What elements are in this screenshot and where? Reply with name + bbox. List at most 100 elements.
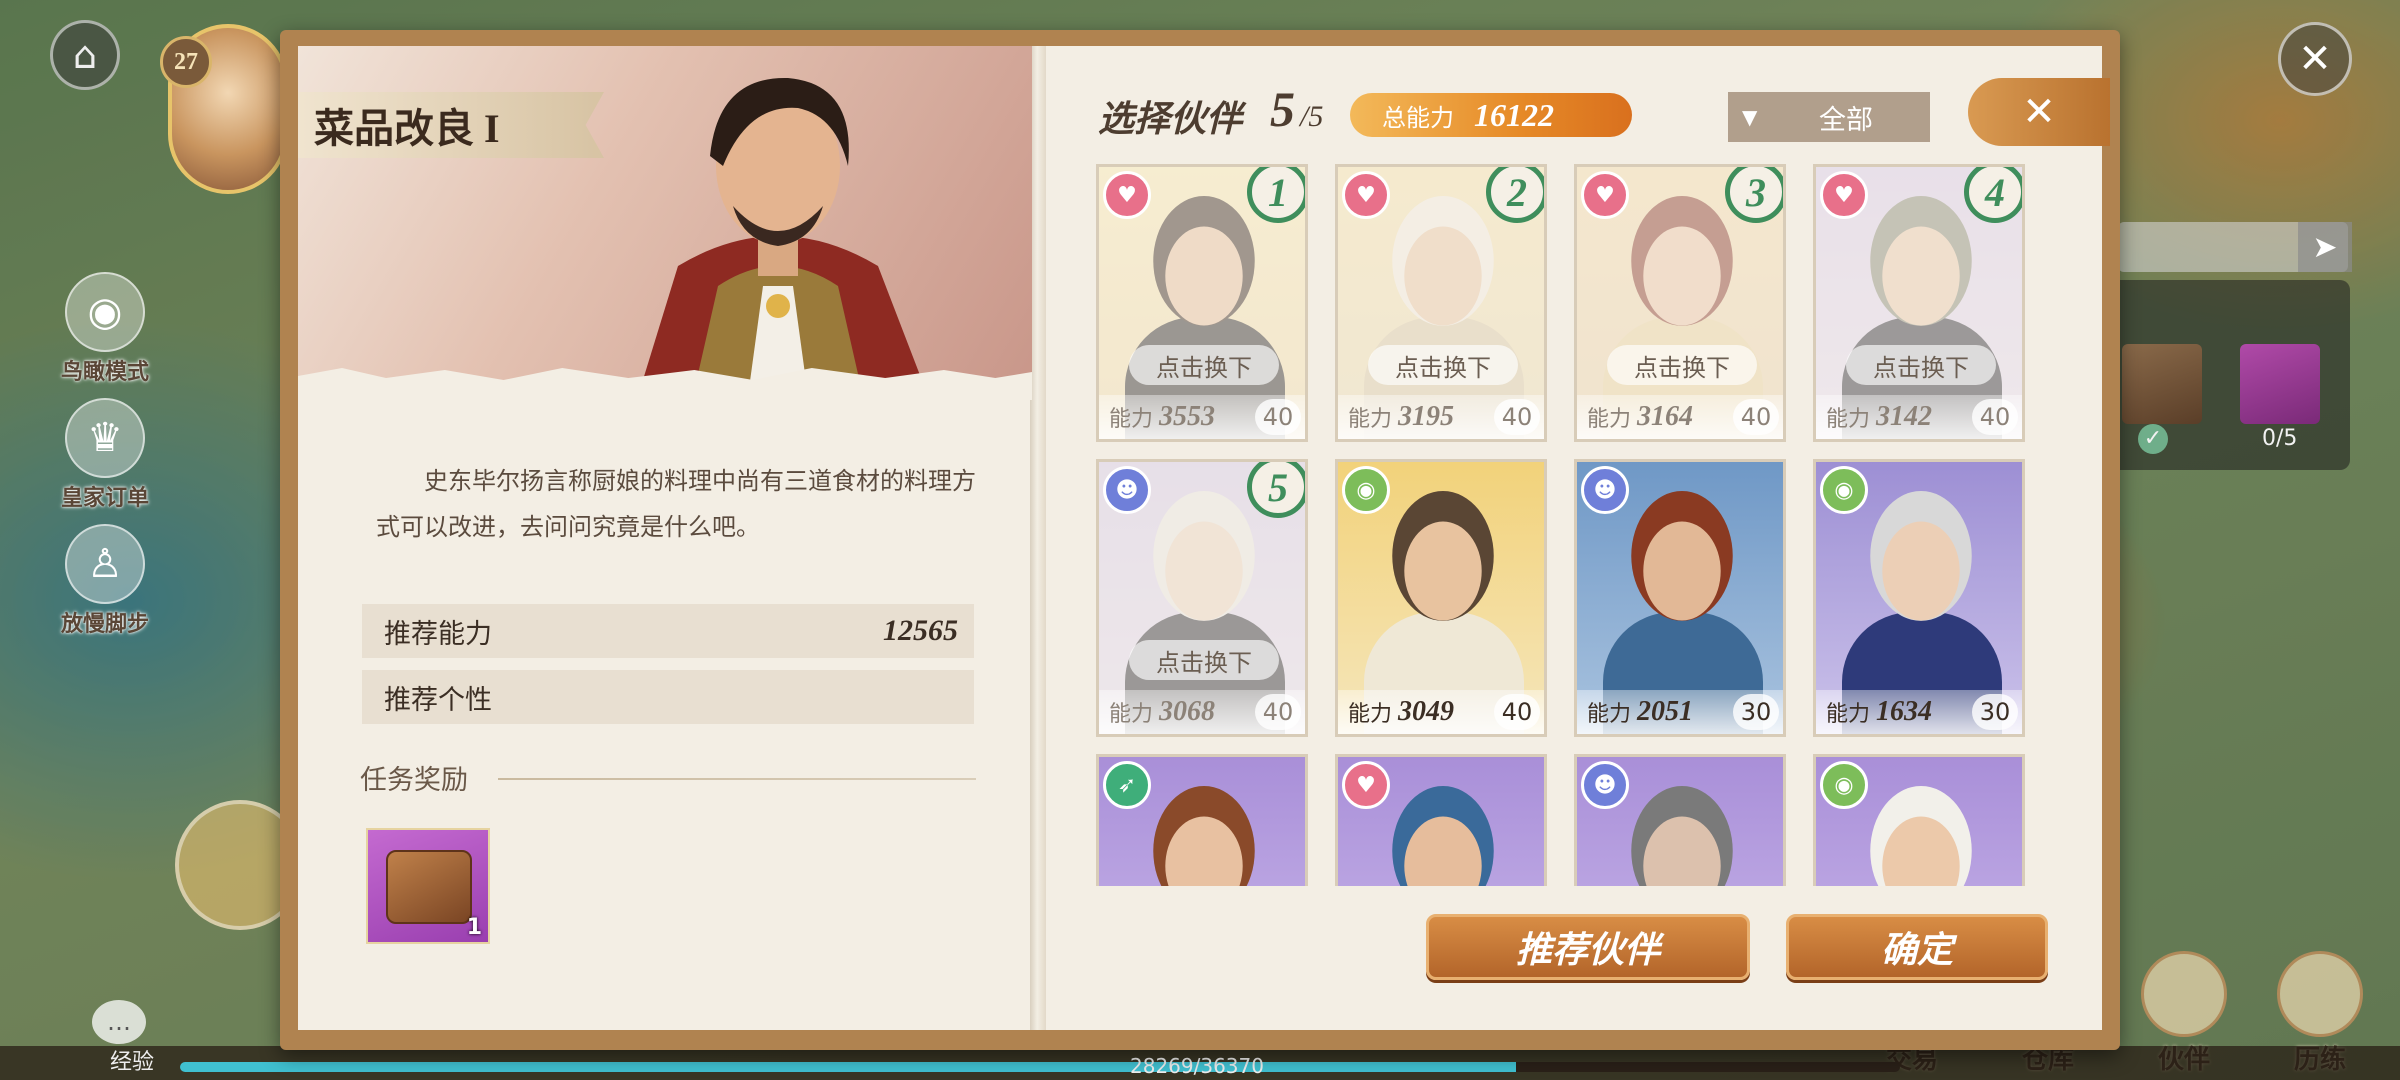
chat-button[interactable]: … (92, 1000, 146, 1044)
power-label: 能力 (1109, 702, 1154, 727)
partner-card[interactable]: 点击换下 ♥ 2 能力 3195 40 (1335, 164, 1547, 442)
close-book-button[interactable]: ✕ (1968, 78, 2110, 146)
selection-order-badge: 3 (1725, 167, 1783, 223)
partner-level: 40 (1733, 399, 1779, 435)
partner-stats: 能力 3553 40 (1099, 395, 1305, 439)
ghost-icon: ☻ (1581, 466, 1629, 514)
power-label: 能力 (1587, 407, 1632, 432)
partner-card[interactable]: 点击换下 ♥ 3 能力 3164 40 (1574, 164, 1786, 442)
recommended-power-value: 12565 (883, 614, 958, 647)
selected-count: 5 (1270, 81, 1295, 137)
home-button[interactable]: ⌂ (50, 20, 120, 90)
recommend-partners-button[interactable]: 推荐伙伴 (1426, 914, 1750, 980)
swap-out-button[interactable]: 点击换下 (1129, 345, 1279, 385)
scroll-icon (2277, 951, 2363, 1037)
arrow-right-icon: ➤ (2312, 229, 2338, 265)
partner-level: 40 (1494, 399, 1540, 435)
partner-stats: 能力 3142 40 (1816, 395, 2022, 439)
partner-stats: 能力 3068 40 (1099, 690, 1305, 734)
partner-card[interactable]: 点击换下 ☻ 5 能力 3068 40 (1096, 459, 1308, 737)
partner-stats: 能力 2051 30 (1577, 690, 1783, 734)
wine-item-count: 0/5 (2262, 426, 2298, 451)
leather-bag-icon (386, 850, 472, 924)
power-label: 能力 (1348, 407, 1393, 432)
power-value: 3553 (1159, 401, 1216, 432)
partner-level: 40 (1255, 694, 1301, 730)
power-label: 能力 (1587, 702, 1632, 727)
royal-order-label: 皇家订单 (60, 486, 149, 511)
partner-select-title: 选择伙伴 (1098, 99, 1243, 139)
partner-stats: 能力 3164 40 (1577, 395, 1783, 439)
check-icon: ✓ (2138, 424, 2168, 454)
recommended-trait-label: 推荐个性 (384, 684, 492, 716)
reward-title: 任务奖励 (360, 765, 468, 796)
partner-card-grid[interactable]: 点击换下 ♥ 1 能力 3553 40 点击换下 ♥ 2 能力 3195 40 点击换下 ♥ 3 能力 3164… (1096, 164, 2026, 886)
reward-item[interactable]: 1 (366, 828, 490, 944)
reward-quantity: 1 (466, 915, 482, 940)
heart-icon: ♥ (1581, 171, 1629, 219)
power-label: 能力 (1826, 702, 1871, 727)
partner-stats: 能力 3049 40 (1338, 690, 1544, 734)
swap-out-button[interactable]: 点击换下 (1129, 640, 1279, 680)
walk-icon: ♙ (65, 524, 145, 604)
confirm-button[interactable]: 确定 (1786, 914, 2048, 980)
partner-level: 40 (1972, 399, 2018, 435)
partner-stats: 能力 3195 40 (1338, 395, 1544, 439)
partner-card[interactable]: 点击换下 ♥ 4 能力 3142 40 (1813, 164, 2025, 442)
exp-value: 28269/36370 (1130, 1054, 1264, 1078)
partner-card[interactable]: ☻ (1574, 754, 1786, 886)
partner-card[interactable]: ➶ (1096, 754, 1308, 886)
map-menu-button[interactable]: ✕ (2278, 22, 2352, 96)
swap-out-button[interactable]: 点击换下 (1846, 345, 1996, 385)
power-value: 1634 (1876, 696, 1933, 727)
reward-divider (498, 778, 976, 780)
partner-card[interactable]: ◉ (1813, 754, 2025, 886)
partner-level: 30 (1972, 694, 2018, 730)
chat-icon: … (107, 1008, 131, 1036)
swap-out-button[interactable]: 点击换下 (1607, 345, 1757, 385)
partner-level: 30 (1733, 694, 1779, 730)
recommended-trait-row: 推荐个性 (362, 670, 974, 724)
partner-card[interactable]: 点击换下 ♥ 1 能力 3553 40 (1096, 164, 1308, 442)
power-value: 3049 (1398, 696, 1455, 727)
close-pinwheel-icon: ✕ (2022, 89, 2056, 135)
birdseye-mode-label: 鸟瞰模式 (60, 360, 149, 385)
power-label: 能力 (1826, 407, 1871, 432)
slow-walk-button[interactable]: ♙ 放慢脚步 (50, 524, 160, 638)
ghost-icon: ☻ (1103, 466, 1151, 514)
power-value: 3142 (1876, 401, 1933, 432)
birdseye-mode-button[interactable]: ◉ 鸟瞰模式 (50, 272, 160, 386)
total-power-value: 16122 (1474, 96, 1554, 133)
partner-card[interactable]: ◉ 能力 3049 40 (1335, 459, 1547, 737)
running-icon: ➶ (1103, 761, 1151, 809)
partner-icon (2141, 951, 2227, 1037)
hud-arrow-button[interactable]: ➤ (2298, 222, 2352, 272)
triangle-down-icon: ▼ (1742, 105, 1758, 129)
crown-icon: ♛ (65, 398, 145, 478)
partner-card[interactable]: ☻ 能力 2051 30 (1574, 459, 1786, 737)
beer-item-icon (2122, 344, 2202, 424)
eye-icon: ◉ (1820, 466, 1868, 514)
quest-title: 菜品改良 I (298, 92, 604, 158)
eye-icon: ◉ (1342, 466, 1390, 514)
filter-value: 全部 (1819, 104, 1873, 136)
partner-filter-dropdown[interactable]: ▼ 全部 (1728, 92, 1930, 142)
quest-description: 史东毕尔扬言称厨娘的料理中尚有三道食材的料理方式可以改进，去问问究竟是什么吧。 (376, 467, 976, 541)
npc-portrait (641, 77, 925, 386)
power-label: 能力 (1109, 407, 1154, 432)
recommended-power-label: 推荐能力 (384, 618, 492, 650)
wine-item-icon (2240, 344, 2320, 424)
total-power-badge: 总能力 16122 (1350, 93, 1632, 137)
pinwheel-icon: ✕ (2298, 36, 2332, 82)
partner-card[interactable]: ◉ 能力 1634 30 (1813, 459, 2025, 737)
home-icon: ⌂ (72, 33, 98, 77)
partner-card[interactable]: ♥ (1335, 754, 1547, 886)
power-value: 3068 (1159, 696, 1216, 727)
partner-level: 40 (1255, 399, 1301, 435)
heart-icon: ♥ (1103, 171, 1151, 219)
power-value: 3195 (1398, 401, 1455, 432)
swap-out-button[interactable]: 点击换下 (1368, 345, 1518, 385)
partner-stats: 能力 1634 30 (1816, 690, 2022, 734)
exp-fill (180, 1062, 1517, 1072)
royal-order-button[interactable]: ♛ 皇家订单 (50, 398, 160, 512)
